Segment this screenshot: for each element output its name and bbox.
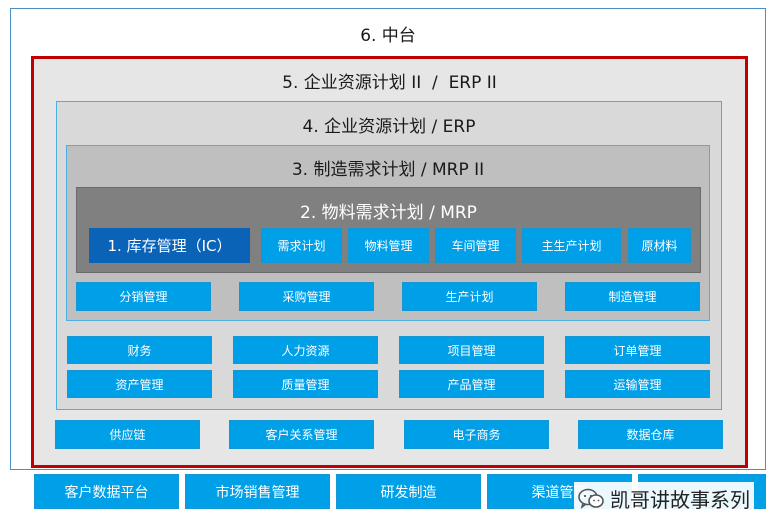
layer-2-title: 2. 物料需求计划 / MRP — [300, 203, 477, 223]
brand-watermark-text: 凯哥讲故事系列 — [610, 488, 750, 512]
layer-3-title: 3. 制造需求计划 / MRP II — [291, 160, 485, 180]
erp-module-order-management: 订单管理 — [565, 336, 710, 364]
mrp2-module-manufacturing: 制造管理 — [565, 282, 700, 311]
mrp-module-demand-planning: 需求计划 — [261, 228, 342, 263]
brand-watermark: 凯哥讲故事系列 — [574, 482, 754, 515]
erp2-module-ecommerce: 电子商务 — [404, 420, 549, 449]
mrp-module-master-production-schedule: 主生产计划 — [522, 228, 621, 263]
layer-1-inventory-control: 1. 库存管理（IC） — [89, 228, 250, 263]
layer-4-title: 4. 企业资源计划 / ERP — [302, 117, 476, 137]
mrp2-module-distribution: 分销管理 — [76, 282, 211, 311]
erp-module-asset-management: 资产管理 — [67, 370, 212, 398]
erp-module-human-resources: 人力资源 — [233, 336, 378, 364]
erp-module-transport-management: 运输管理 — [565, 370, 710, 398]
mrp2-module-production-planning: 生产计划 — [402, 282, 537, 311]
mrp-module-raw-materials: 原材料 — [628, 228, 691, 263]
erp-module-project-management: 项目管理 — [399, 336, 544, 364]
wechat-icon — [578, 488, 604, 510]
erp2-module-data-warehouse: 数据仓库 — [578, 420, 723, 449]
platform-module-rnd-manufacturing: 研发制造 — [336, 474, 481, 509]
mrp2-module-purchasing: 采购管理 — [239, 282, 374, 311]
platform-module-marketing-sales: 市场销售管理 — [185, 474, 330, 509]
erp-module-product-management: 产品管理 — [399, 370, 544, 398]
erp2-module-supply-chain: 供应链 — [55, 420, 200, 449]
erp-module-finance: 财务 — [67, 336, 212, 364]
layer-5-title: 5. 企业资源计划 II / ERP II — [282, 73, 497, 93]
mrp-module-material-management: 物料管理 — [348, 228, 429, 263]
mrp-module-workshop-management: 车间管理 — [435, 228, 516, 263]
layer-6-title: 6. 中台 — [360, 26, 416, 46]
erp-module-quality-management: 质量管理 — [233, 370, 378, 398]
erp2-module-crm: 客户关系管理 — [229, 420, 374, 449]
platform-module-customer-data-platform: 客户数据平台 — [34, 474, 179, 509]
